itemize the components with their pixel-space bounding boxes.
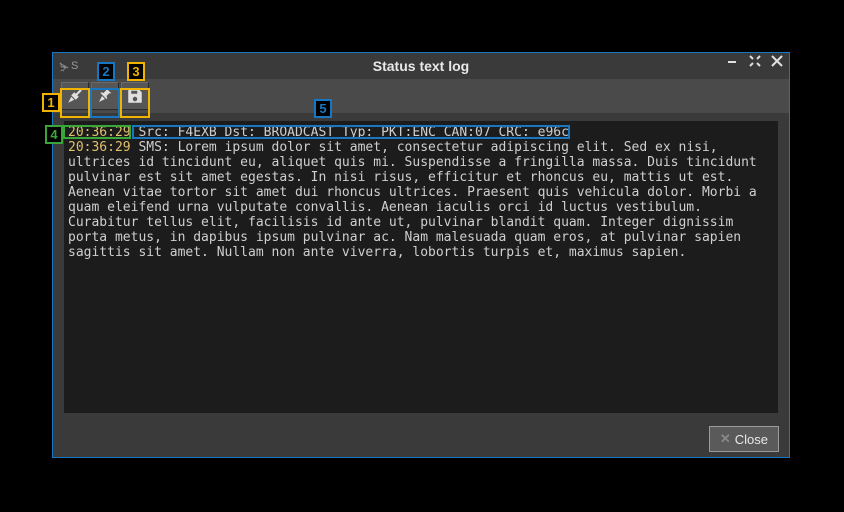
maximize-icon <box>749 55 761 67</box>
close-x-icon: ✕ <box>720 431 731 447</box>
scissors-icon <box>57 60 69 72</box>
close-button-label: Close <box>735 432 768 447</box>
close-icon <box>771 55 783 67</box>
content-area: 20:36:29 Src: F4EXB Dst: BROADCAST Typ: … <box>53 113 789 421</box>
close-button[interactable]: ✕ Close <box>709 426 779 452</box>
minimize-button[interactable] <box>725 55 741 71</box>
status-text-log-dialog: S Status text log 20:36:29 Src: F4EXB Ds… <box>52 52 790 458</box>
minimize-icon <box>727 55 739 67</box>
pin-button[interactable] <box>91 82 119 110</box>
title-bar: S Status text log <box>53 53 789 79</box>
clear-button[interactable] <box>61 82 89 110</box>
floppy-icon <box>126 87 144 105</box>
toolbar <box>53 79 789 113</box>
footer: ✕ Close <box>53 421 789 457</box>
app-tag: S <box>53 60 78 72</box>
close-window-button[interactable] <box>769 55 785 71</box>
save-button[interactable] <box>121 82 149 110</box>
log-text[interactable]: 20:36:29 Src: F4EXB Dst: BROADCAST Typ: … <box>64 121 778 413</box>
maximize-button[interactable] <box>747 55 763 71</box>
window-title: Status text log <box>53 58 789 74</box>
broom-icon <box>66 87 84 105</box>
pin-icon <box>96 87 114 105</box>
